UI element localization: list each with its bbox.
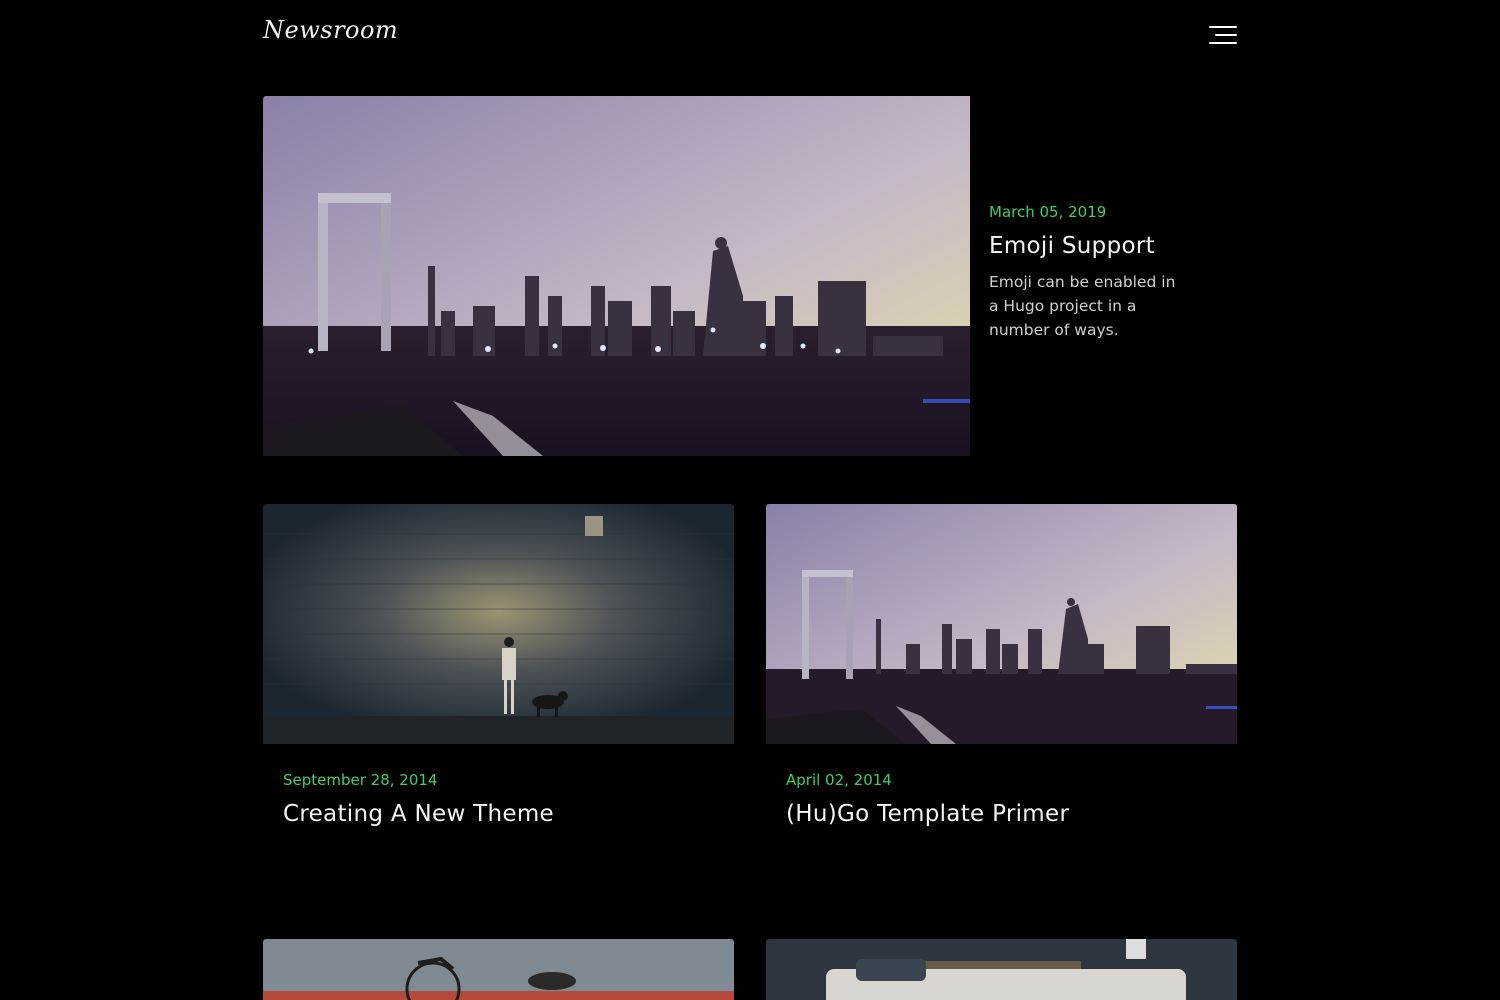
featured-post-summary: Emoji can be enabled in a Hugo project i…	[989, 273, 1176, 339]
featured-post-image[interactable]	[263, 96, 970, 456]
post-date: September 28, 2014	[283, 771, 438, 789]
post-image-template-primer[interactable]	[766, 504, 1237, 744]
post-title[interactable]: Creating A New Theme	[283, 801, 554, 827]
person-dog-spotlight-image	[263, 504, 734, 744]
city-skyline-image	[263, 96, 970, 456]
post-image-bicycle[interactable]	[263, 939, 734, 1000]
site-logo[interactable]: Newsroom	[263, 16, 398, 44]
city-skyline-image	[766, 504, 1237, 744]
featured-post-title[interactable]: Emoji Support	[989, 233, 1155, 259]
post-image-sofa[interactable]	[766, 939, 1237, 1000]
post-image-creating-theme[interactable]	[263, 504, 734, 744]
page: Newsroom March 05, 2019 Emoji Support Em…	[0, 0, 1500, 1000]
featured-post-date: March 05, 2019	[989, 203, 1107, 221]
post-title[interactable]: (Hu)Go Template Primer	[786, 801, 1069, 827]
hamburger-menu-icon[interactable]	[1207, 24, 1239, 46]
sofa-image	[766, 939, 1237, 1000]
bicycle-image	[263, 939, 734, 1000]
post-date: April 02, 2014	[786, 771, 892, 789]
